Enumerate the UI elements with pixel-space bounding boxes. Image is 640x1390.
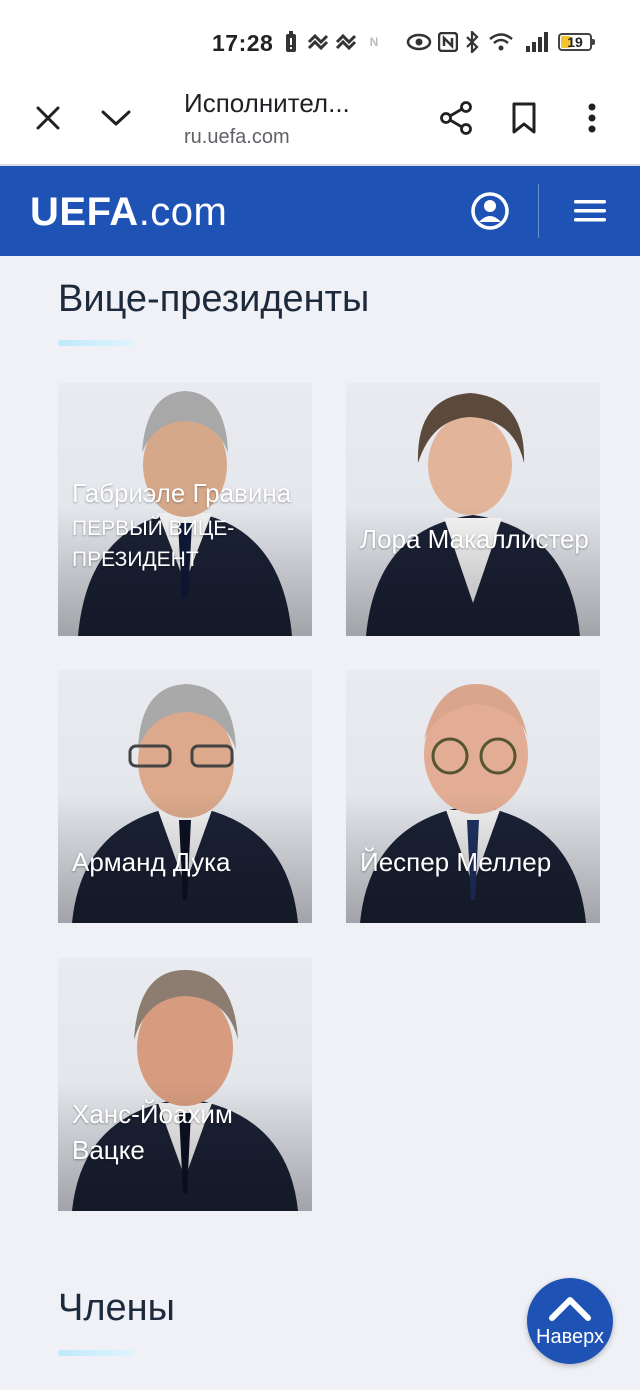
menu-button[interactable] (569, 190, 611, 232)
back-to-top-button[interactable]: Наверх (527, 1278, 613, 1364)
person-card[interactable]: Йеспер Меллер (346, 670, 600, 923)
nfc-icon (437, 30, 459, 54)
share-button[interactable] (434, 96, 478, 140)
battery-saver-icon (283, 30, 299, 54)
back-to-top-label: Наверх (536, 1326, 604, 1348)
chevron-down-icon (101, 110, 131, 126)
account-button[interactable] (469, 190, 511, 232)
section-title-vice-presidents: Вице-президенты (58, 278, 370, 320)
person-card[interactable]: Лора Макаллистер (346, 383, 600, 636)
person-name: Арманд Дука (72, 847, 231, 877)
header-divider (538, 184, 539, 238)
status-bar: 17:28 N 19 (0, 0, 640, 80)
section-underline (58, 340, 134, 346)
person-card[interactable]: Габриэле Гравина ПЕРВЫЙ ВИЦЕ-ПРЕЗИДЕНТ (58, 383, 312, 636)
section-title-members: Члены (58, 1287, 175, 1329)
user-icon (471, 192, 509, 230)
person-name: Габриэле Гравина (72, 478, 292, 508)
nfc-small-icon: N (369, 35, 379, 49)
signal-icon (524, 30, 550, 54)
person-name: Лора Макаллистер (360, 524, 589, 554)
status-time: 17:28 (212, 30, 274, 56)
person-card[interactable]: Ханс-Йоахим Вацке (58, 958, 312, 1211)
eye-icon (405, 30, 433, 54)
wifi-icon (487, 30, 515, 54)
battery-icon: 19 (558, 33, 595, 51)
browser-toolbar: Исполнител... ru.uefa.com (0, 80, 640, 166)
person-name: Йеспер Меллер (360, 847, 552, 877)
site-header: UEFA.com (0, 166, 640, 256)
close-tab-button[interactable] (26, 96, 70, 140)
page-url[interactable]: ru.uefa.com (184, 126, 290, 149)
bookmark-icon (512, 102, 536, 134)
bluetooth-icon (463, 30, 481, 54)
close-icon (36, 106, 60, 130)
more-vert-icon (588, 103, 596, 133)
share-icon (440, 101, 472, 135)
battery-level: 19 (567, 34, 583, 50)
vibrate-icon (334, 30, 358, 54)
vibrate-icon (306, 30, 330, 54)
section-underline (58, 1350, 134, 1356)
uefa-logo[interactable]: UEFA.com (30, 190, 227, 235)
hamburger-icon (574, 200, 606, 222)
person-role: ПЕРВЫЙ ВИЦЕ-ПРЕЗИДЕНТ (72, 517, 235, 571)
more-menu-button[interactable] (570, 96, 614, 140)
bookmark-button[interactable] (502, 96, 546, 140)
person-card[interactable]: Арманд Дука (58, 670, 312, 923)
person-name: Ханс-Йоахим Вацке (72, 1099, 233, 1165)
page-title: Исполнител... (184, 88, 350, 118)
collapse-button[interactable] (94, 96, 138, 140)
